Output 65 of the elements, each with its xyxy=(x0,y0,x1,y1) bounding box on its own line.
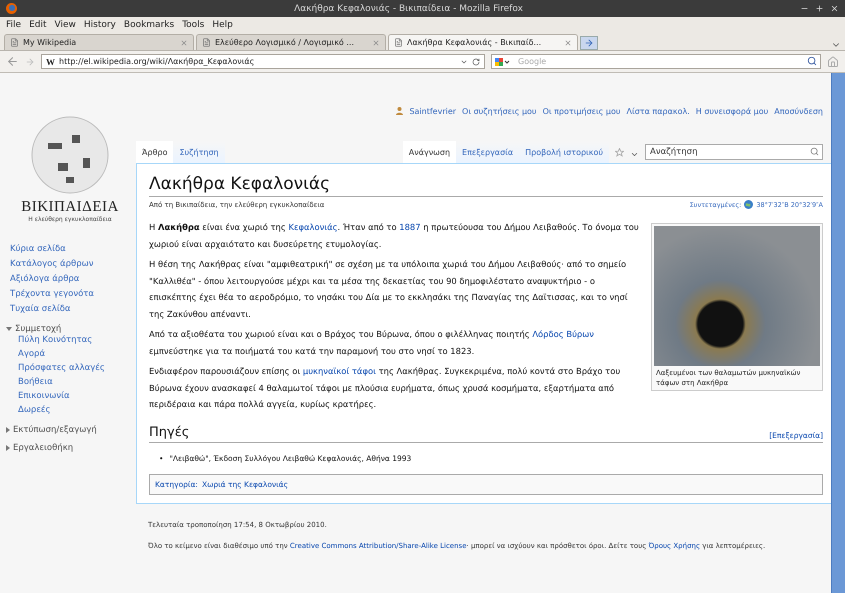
scrollbar[interactable] xyxy=(831,73,845,593)
menu-item[interactable]: History xyxy=(84,20,116,30)
menu-item[interactable]: Help xyxy=(212,20,233,30)
page-icon xyxy=(10,38,19,47)
star-icon[interactable] xyxy=(615,148,624,157)
sidebar-link[interactable]: Πύλη Κοινότητας xyxy=(18,334,136,347)
caret-icon[interactable] xyxy=(630,150,639,159)
link[interactable]: 1887 xyxy=(399,222,421,232)
view-tab[interactable]: Ανάγνωση xyxy=(402,141,456,163)
sidebar-link[interactable]: Βοήθεια xyxy=(18,376,136,389)
menu-item[interactable]: File xyxy=(6,20,22,30)
firefox-icon xyxy=(6,3,17,14)
globe-icon[interactable] xyxy=(744,200,754,209)
wordmark: ΒΙΚΙΠΑΙΔΕΙΑ xyxy=(21,199,119,216)
menu-item[interactable]: View xyxy=(54,20,76,30)
sidebar-link[interactable]: Κατάλογος άρθρων xyxy=(10,258,136,271)
address-field[interactable]: W http://el.wikipedia.org/wiki/Λακήθρα_Κεφαλονιάς xyxy=(41,54,485,69)
paragraph: Η Λακήθρα είναι ένα χωριό της Κεφαλονιάς. Ήταν από το 1887 η πρωτεύουσα του Δήμου Λειβαθούς. Το όνομα του χωριού είναι αρχαιότατο και δυσεύρετης ετυμολογίας. xyxy=(149,221,639,251)
sidebar-link[interactable]: Πρόσφατες αλλαγές xyxy=(18,362,136,375)
arrow-right-icon xyxy=(584,38,594,48)
sidebar-link[interactable]: Αξιόλογα άρθρα xyxy=(10,273,136,286)
link[interactable]: Κεφαλονιάς xyxy=(288,222,338,232)
menu-item[interactable]: Tools xyxy=(182,20,204,30)
personal-link[interactable]: Λίστα παρακολ. xyxy=(626,106,690,116)
window-title: Λακήθρα Κεφαλονιάς - Βικιπαίδεια - Mozilla Firefox xyxy=(293,4,524,14)
sidebar-link[interactable]: Τρέχοντα γεγονότα xyxy=(10,288,136,301)
sidebar-link[interactable]: Τυχαία σελίδα xyxy=(10,303,136,316)
search-icon[interactable] xyxy=(807,56,817,66)
reload-icon[interactable] xyxy=(472,58,480,66)
user-icon xyxy=(396,107,404,115)
personal-link[interactable]: Οι συζητήσεις μου xyxy=(462,106,537,116)
link[interactable]: μυκηναϊκοί τάφοι xyxy=(302,366,376,376)
sidebar-link[interactable]: Επικοινωνία xyxy=(18,390,136,403)
photo-placeholder[interactable] xyxy=(654,226,820,366)
paragraph: Η θέση της Λακήθρας είναι "αμφιθεατρική" σε σχέση με τα υπόλοιπα χωριά του Δήμου Λειβαθούς· από το σημείο "Καλλιθέα" - όπου λειτουργούσε μέχρι και τα μέσα της δεκαετίας του 90 δημοφιλέστατο αναψυκτήριο - ο επισκέπτης έχει θέα το αεροδρόμιο, το νησάκι του Δία με το εκκλησάκι της Παναγίας της Δαϊτισσας, και το νησί της Ζακύνθου απέναντι. xyxy=(149,258,629,321)
google-icon[interactable] xyxy=(495,56,511,66)
paragraph: Από τα αξιοθέατα του χωριού είναι και ο Βράχος του Βύρωνα, όπου ο φιλέλληνας ποιητής Λόρδος Βύρων εμπνεύστηκε για τα ποιήματά του κατά την παραμονή του στο νησί το 1823. xyxy=(149,328,595,358)
browser-tab[interactable]: Λακήθρα Κεφαλονιάς - Βικιπαίδ... xyxy=(388,34,578,50)
portal-heading[interactable]: Εκτύπωση/εξαγωγή xyxy=(6,425,136,435)
page-icon xyxy=(394,38,403,47)
link[interactable]: Λόρδος Βύρων xyxy=(532,329,594,339)
portal-heading[interactable]: Συμμετοχή xyxy=(6,324,136,334)
sidebar-link[interactable]: Κύρια σελίδα xyxy=(10,243,136,256)
new-tab-button[interactable] xyxy=(580,36,598,50)
menu-item[interactable]: Bookmarks xyxy=(124,20,174,30)
personal-link[interactable]: Saintfevrier xyxy=(409,106,456,116)
personal-link[interactable]: Η συνεισφορά μου xyxy=(696,106,768,116)
browser-tab[interactable]: My Wikipedia xyxy=(4,34,194,50)
section-heading: Πηγές xyxy=(149,424,190,440)
maximize-icon[interactable] xyxy=(815,4,824,13)
paragraph: Ενδιαφέρον παρουσιάζουν επίσης οι μυκηναϊκοί τάφοι της Λακήθρας. Συγκεκριμένα, πολύ κοντά στο Βράχο του Βύρωνα έχουν ανασκαφεί 4 θαλαμωτοί τάφοι με πλούσια ευρήματα, όπως χρυσά κοσμήματα, εξαρτήματα από περιδέραια και πάρα πολλά αγγεία, κυρίως κρατήρες. xyxy=(149,365,622,411)
site-icon: W xyxy=(46,56,55,66)
search-field[interactable]: Google xyxy=(491,54,821,69)
personal-link[interactable]: Οι προτιμήσεις μου xyxy=(542,106,621,116)
personal-link[interactable]: Αποσύνδεση xyxy=(774,106,823,116)
article-title: Λακήθρα Κεφαλονιάς xyxy=(149,174,823,197)
sidebar-link[interactable]: Αγορά xyxy=(18,348,136,361)
page-tab[interactable]: Άρθρο xyxy=(136,141,174,163)
sidebar-link[interactable]: Δωρεές xyxy=(18,404,136,417)
search-field[interactable]: Αναζήτηση xyxy=(645,144,823,160)
search-icon[interactable] xyxy=(810,147,819,156)
browser-tab[interactable]: Ελεύθερο Λογισμικό / Λογισμικό ... xyxy=(196,34,386,50)
portal-heading[interactable]: Εργαλειοθήκη xyxy=(6,443,136,453)
page-icon xyxy=(202,38,211,47)
menu-item[interactable]: Edit xyxy=(29,20,46,30)
